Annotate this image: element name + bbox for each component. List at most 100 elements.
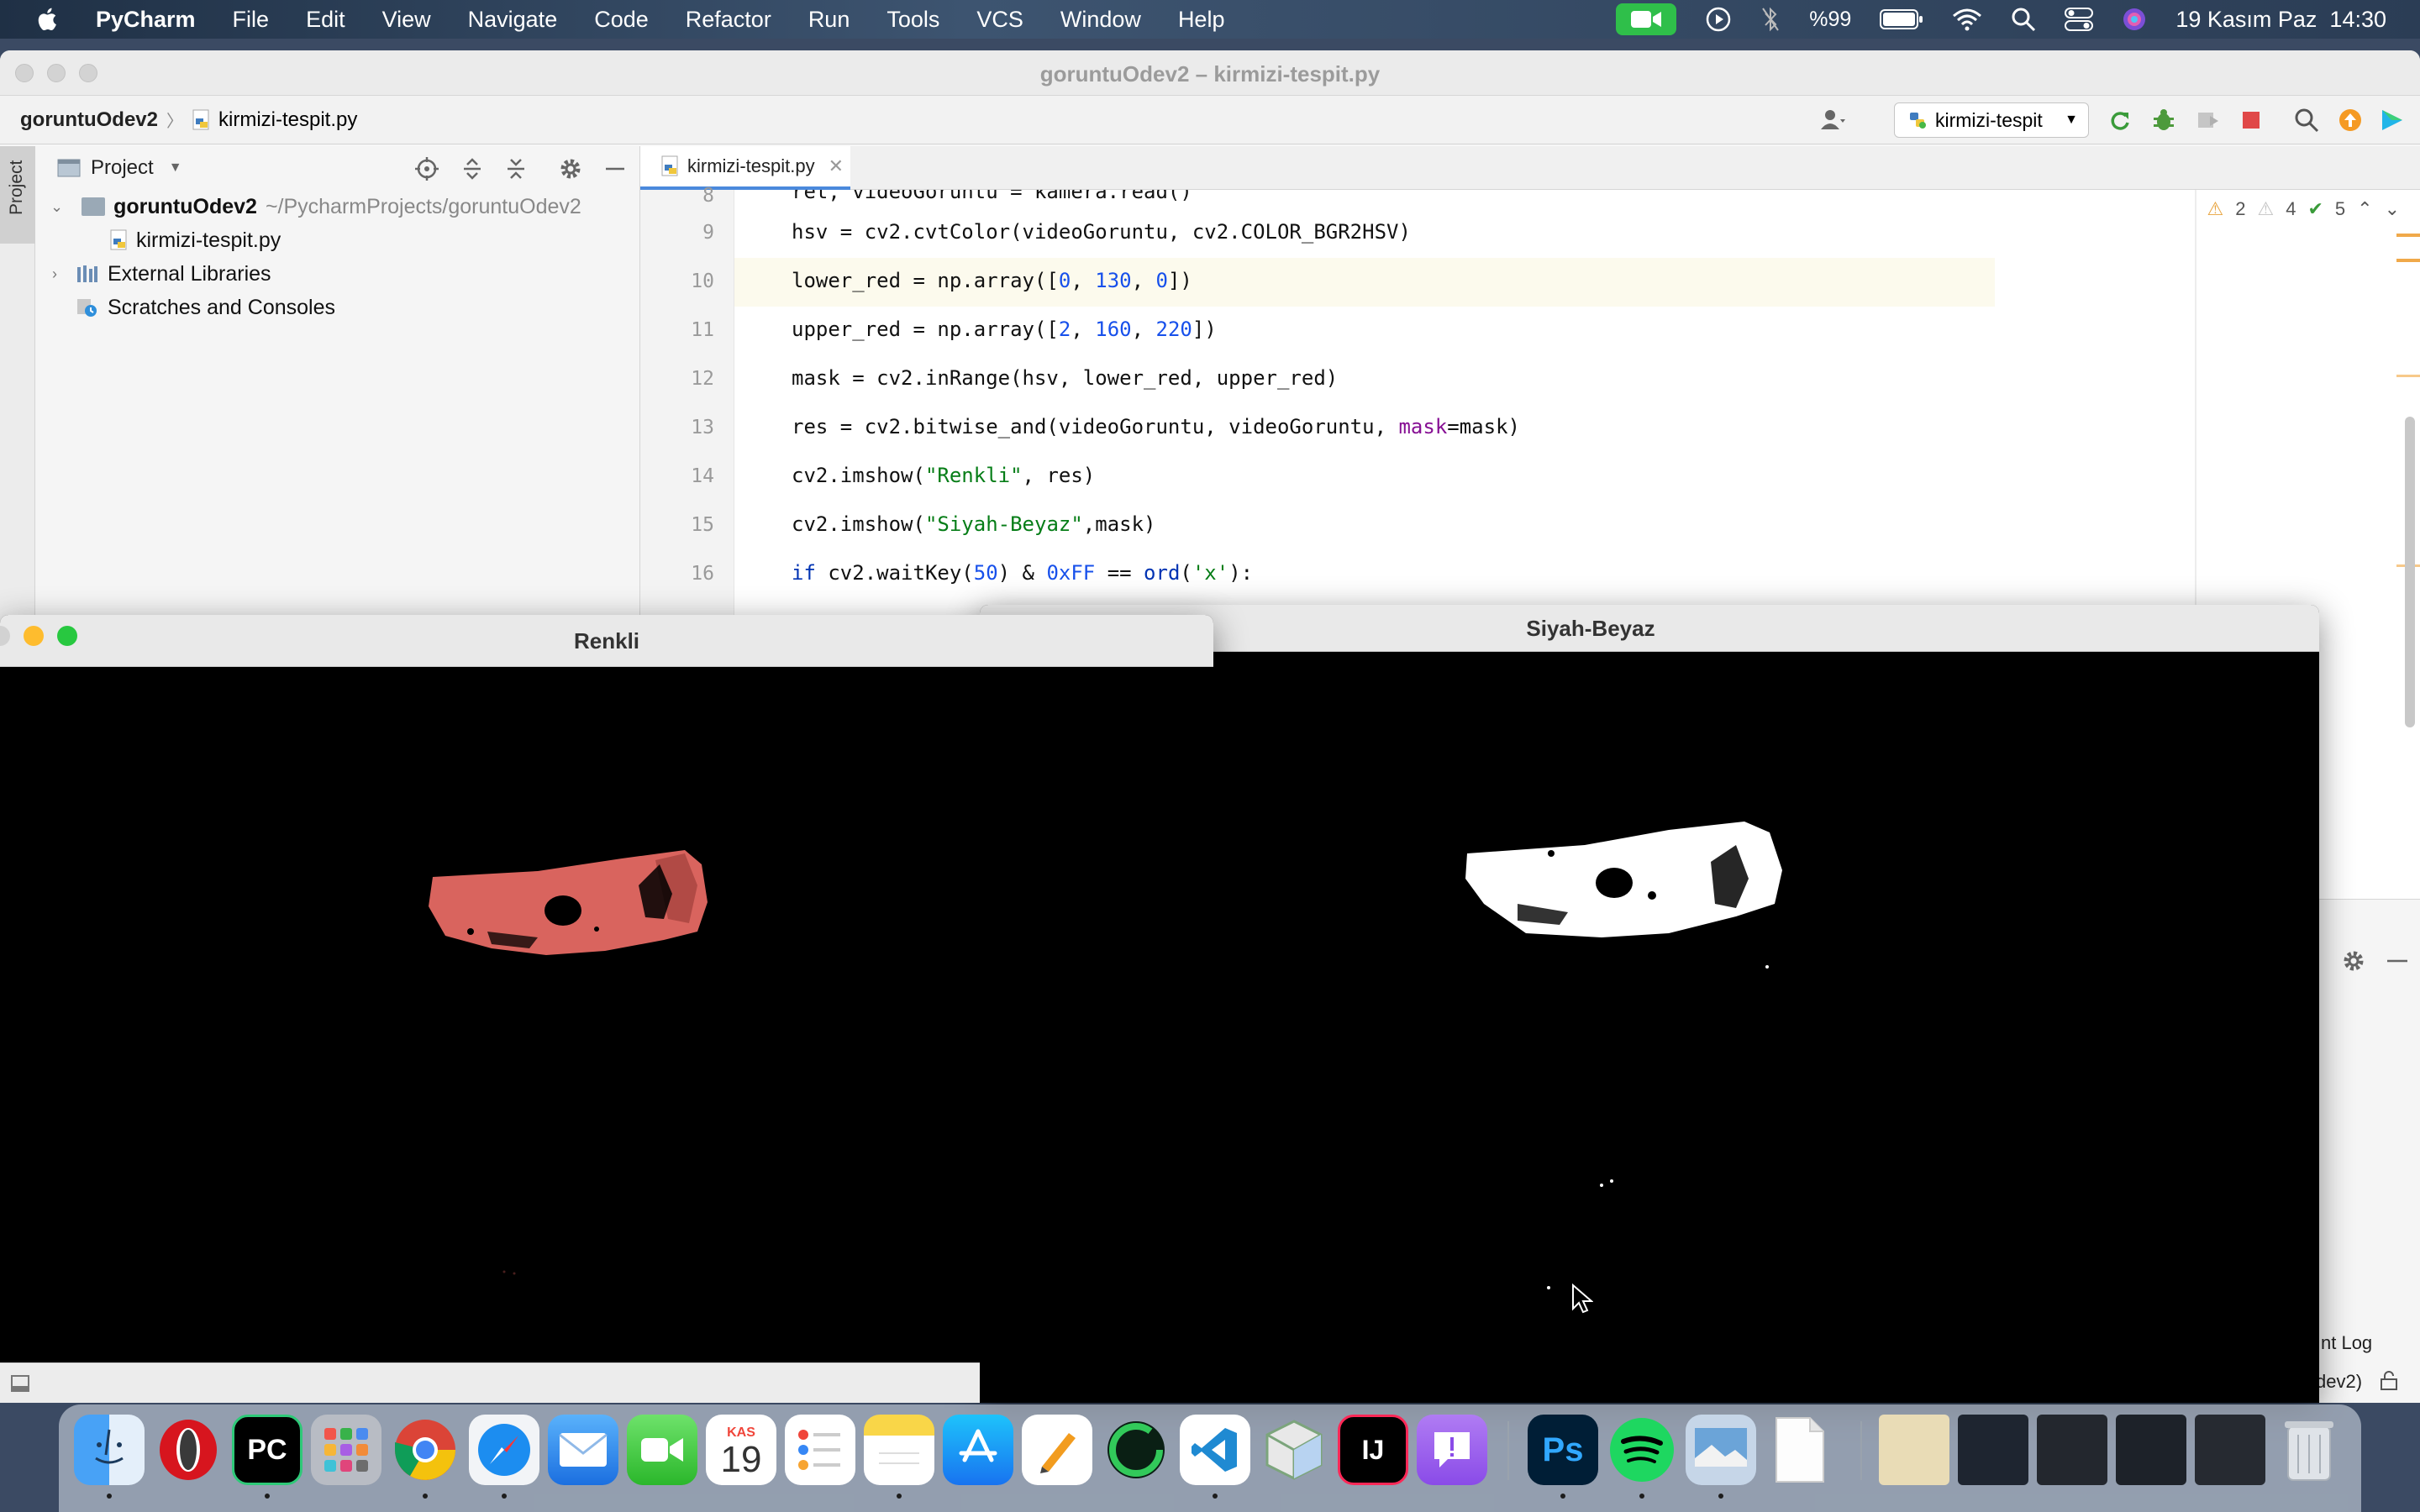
- camera-in-use-icon[interactable]: [1616, 3, 1677, 35]
- dock-launchpad-icon[interactable]: [311, 1415, 381, 1485]
- menu-file[interactable]: File: [233, 7, 270, 33]
- menu-help[interactable]: Help: [1178, 7, 1225, 33]
- dock-pycharm-icon[interactable]: PC: [232, 1415, 302, 1485]
- chevron-down-icon[interactable]: ⌄: [50, 198, 63, 216]
- dock-minimized-window-1[interactable]: [1879, 1415, 1949, 1485]
- error-stripe-mark[interactable]: [2396, 259, 2420, 262]
- expand-all-icon[interactable]: [460, 157, 484, 181]
- code-line-16[interactable]: if cv2.waitKey(50) & 0xFF == ord('x'):: [792, 561, 1253, 585]
- dock-feedback-icon[interactable]: [1417, 1415, 1487, 1485]
- hide-panel-icon[interactable]: [605, 165, 625, 173]
- dock-opera-icon[interactable]: [153, 1415, 224, 1485]
- wifi-icon[interactable]: [1952, 8, 1982, 31]
- menubar-clock[interactable]: 19 Kasım Paz 14:30: [2175, 7, 2386, 33]
- siri-icon[interactable]: [2122, 7, 2147, 32]
- dock-safari-icon[interactable]: [469, 1415, 539, 1485]
- menu-app-name[interactable]: PyCharm: [96, 7, 196, 33]
- run-configuration-select[interactable]: kirmizi-tespit ▼: [1894, 102, 2089, 138]
- code-with-me-icon[interactable]: [2380, 108, 2405, 133]
- code-line-10[interactable]: lower_red = np.array([0, 130, 0]): [792, 269, 1192, 292]
- dock-finder-icon[interactable]: [74, 1415, 145, 1485]
- error-stripe-mark[interactable]: [2396, 375, 2420, 377]
- play-status-icon[interactable]: [1705, 6, 1732, 33]
- menu-edit[interactable]: Edit: [306, 7, 345, 33]
- search-everywhere-icon[interactable]: [2294, 108, 2319, 133]
- dock-photoshop-icon[interactable]: Ps: [1528, 1415, 1598, 1485]
- locate-file-icon[interactable]: [415, 157, 439, 181]
- update-icon[interactable]: [2338, 108, 2363, 133]
- dock-mail-icon[interactable]: [548, 1415, 618, 1485]
- battery-icon[interactable]: [1880, 8, 1923, 30]
- settings-gear-icon[interactable]: [558, 156, 583, 181]
- stop-icon[interactable]: [2238, 108, 2264, 133]
- dock-chrome-icon[interactable]: [390, 1415, 460, 1485]
- dock-preview-icon[interactable]: [1686, 1415, 1756, 1485]
- code-line-9[interactable]: hsv = cv2.cvtColor(videoGoruntu, cv2.COL…: [792, 220, 1411, 244]
- menu-run[interactable]: Run: [808, 7, 850, 33]
- chevron-down-icon[interactable]: ⌄: [2385, 198, 2400, 220]
- chevron-right-icon[interactable]: ›: [52, 265, 57, 283]
- editor-scrollbar[interactable]: [2405, 417, 2415, 727]
- hide-panel-icon[interactable]: [2386, 957, 2408, 965]
- dock-trash-icon[interactable]: [2274, 1415, 2344, 1485]
- dock-minimized-window-4[interactable]: [2116, 1415, 2186, 1485]
- dock-notes-icon[interactable]: [864, 1415, 934, 1485]
- lock-icon[interactable]: [2378, 1371, 2400, 1391]
- chevron-down-icon[interactable]: ▼: [169, 160, 182, 176]
- spotlight-search-icon[interactable]: [2011, 7, 2036, 32]
- inspection-widget[interactable]: ⚠ 2 ⚠ 4 ✔ 5 ⌃ ⌄: [2207, 198, 2400, 220]
- menu-code[interactable]: Code: [594, 7, 649, 33]
- menu-window[interactable]: Window: [1060, 7, 1141, 33]
- menu-vcs[interactable]: VCS: [976, 7, 1023, 33]
- dock-document-icon[interactable]: [1765, 1415, 1835, 1485]
- error-stripe-mark[interactable]: [2396, 234, 2420, 237]
- control-center-icon[interactable]: [2065, 7, 2094, 32]
- debug-icon[interactable]: [2151, 108, 2176, 133]
- tree-item-scratches[interactable]: Scratches and Consoles: [35, 291, 639, 324]
- dock-reminders-icon[interactable]: [785, 1415, 855, 1485]
- dock-3d-cube-icon[interactable]: [1259, 1415, 1329, 1485]
- dock-minimized-window-2[interactable]: [1958, 1415, 2028, 1485]
- menu-view[interactable]: View: [382, 7, 431, 33]
- project-tool-tab[interactable]: Project: [0, 146, 35, 244]
- dock-app-store-icon[interactable]: [943, 1415, 1013, 1485]
- coverage-icon[interactable]: [2195, 108, 2220, 133]
- dock-calendar-icon[interactable]: KAS 19: [706, 1415, 776, 1485]
- settings-gear-icon[interactable]: [2341, 948, 2366, 974]
- menu-tools[interactable]: Tools: [886, 7, 939, 33]
- toggle-tool-windows-icon[interactable]: [10, 1373, 30, 1394]
- renkli-titlebar[interactable]: Renkli: [0, 615, 1213, 667]
- code-line-12[interactable]: mask = cv2.inRange(hsv, lower_red, upper…: [792, 366, 1338, 390]
- close-tab-icon[interactable]: ✕: [829, 155, 844, 177]
- account-icon[interactable]: [1820, 108, 1845, 133]
- code-line-11[interactable]: upper_red = np.array([2, 160, 220]): [792, 318, 1217, 341]
- dock-minimized-window-3[interactable]: [2037, 1415, 2107, 1485]
- rerun-icon[interactable]: [2107, 108, 2133, 133]
- dock-spotify-icon[interactable]: [1607, 1415, 1677, 1485]
- project-view-label[interactable]: Project: [91, 156, 154, 180]
- chevron-up-icon[interactable]: ⌃: [2357, 198, 2372, 220]
- renkli-window[interactable]: Renkli: [0, 615, 1213, 1362]
- code-line-13[interactable]: res = cv2.bitwise_and(videoGoruntu, vide…: [792, 415, 1520, 438]
- close-window-button[interactable]: [0, 626, 10, 646]
- minimize-window-button[interactable]: [24, 626, 44, 646]
- code-line-15[interactable]: cv2.imshow("Siyah-Beyaz",mask): [792, 512, 1156, 536]
- dock-activity-ring-icon[interactable]: [1101, 1415, 1171, 1485]
- status-interpreter[interactable]: dev2): [2316, 1371, 2362, 1393]
- tree-item-file[interactable]: kirmizi-tespit.py: [35, 223, 639, 257]
- dock-vscode-icon[interactable]: [1180, 1415, 1250, 1485]
- event-log-tab[interactable]: nt Log: [2321, 1332, 2372, 1354]
- zoom-window-button[interactable]: [57, 626, 77, 646]
- dock-facetime-icon[interactable]: [627, 1415, 697, 1485]
- breadcrumb-file[interactable]: kirmizi-tespit.py: [218, 108, 357, 132]
- tree-item-external-libraries[interactable]: › External Libraries: [35, 257, 639, 291]
- menu-refactor[interactable]: Refactor: [686, 7, 771, 33]
- apple-menu-icon[interactable]: [34, 5, 62, 34]
- tab-kirmizi-tespit[interactable]: kirmizi-tespit.py ✕: [640, 146, 850, 190]
- menu-navigate[interactable]: Navigate: [468, 7, 558, 33]
- bluetooth-off-icon[interactable]: [1760, 6, 1781, 33]
- dock-minimized-window-5[interactable]: [2195, 1415, 2265, 1485]
- tree-item-project-root[interactable]: ⌄ goruntuOdev2 ~/PycharmProjects/goruntu…: [35, 190, 639, 223]
- dock-intellij-icon[interactable]: IJ: [1338, 1415, 1408, 1485]
- dock-pages-icon[interactable]: [1022, 1415, 1092, 1485]
